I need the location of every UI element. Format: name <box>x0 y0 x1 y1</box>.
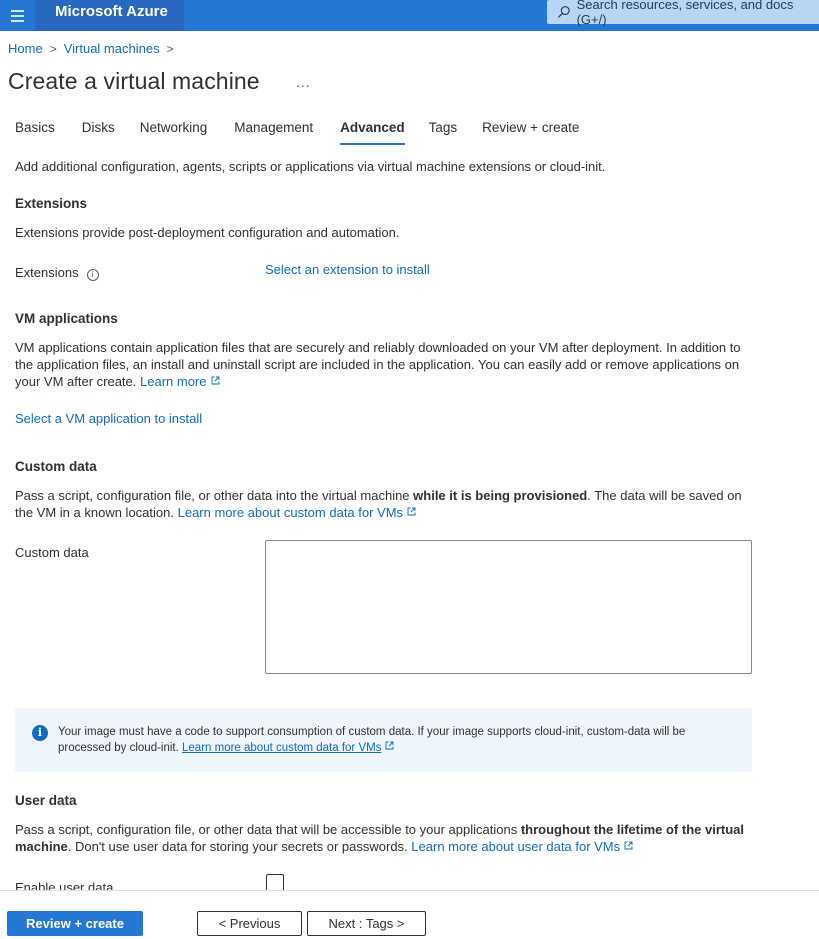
breadcrumb: Home > Virtual machines > <box>8 41 181 56</box>
custom-data-heading: Custom data <box>15 459 97 474</box>
custom-data-learn-more-link[interactable]: Learn more about custom data for VMs <box>178 505 416 520</box>
external-link-icon <box>386 741 394 750</box>
vm-applications-desc-text: your VM after create. <box>15 374 137 389</box>
tab-review-create[interactable]: Review + create <box>482 120 579 145</box>
breadcrumb-separator: > <box>166 41 174 56</box>
learn-more-text: Learn more about user data for VMs <box>411 839 621 854</box>
user-data-desc-bold: throughout the lifetime of the virtual <box>520 822 744 837</box>
select-extension-link[interactable]: Select an extension to install <box>265 261 430 278</box>
more-options-icon[interactable]: ... <box>296 74 311 90</box>
info-icon[interactable]: i <box>86 269 99 281</box>
custom-data-desc-text: Pass a script, configuration file, or ot… <box>15 488 414 503</box>
top-navigation-bar: Microsoft Azure Search resources, servic… <box>0 0 819 31</box>
review-create-button[interactable]: Review + create <box>7 911 143 936</box>
page-title: Create a virtual machine <box>8 68 260 94</box>
wizard-footer: Review + create < Previous Next : Tags > <box>0 890 819 939</box>
next-tags-button[interactable]: Next : Tags > <box>307 911 426 936</box>
vm-applications-desc-line: your VM after create. Learn more <box>15 373 775 390</box>
breadcrumb-home[interactable]: Home <box>8 41 43 56</box>
vm-applications-heading: VM applications <box>15 311 118 326</box>
user-data-desc-text: Pass a script, configuration file, or ot… <box>15 822 521 837</box>
external-link-icon <box>407 507 416 516</box>
tab-networking[interactable]: Networking <box>140 120 208 145</box>
custom-data-textarea[interactable] <box>265 540 752 674</box>
search-placeholder: Search resources, services, and docs (G+… <box>576 0 794 27</box>
custom-data-desc-text: . The data will be saved on <box>587 488 742 503</box>
info-banner-line: processed by cloud-init. <box>58 742 179 754</box>
user-data-desc-bold: machine <box>15 839 68 854</box>
learn-more-text: Learn more <box>140 374 207 389</box>
user-data-desc-text: . Don't use user data for storing your s… <box>67 839 408 854</box>
info-banner-line: Your image must have a code to support c… <box>58 726 686 738</box>
custom-data-desc-bold: while it is being provisioned <box>413 488 588 503</box>
extensions-field-label: Extensions i <box>15 264 99 281</box>
breadcrumb-virtual-machines[interactable]: Virtual machines <box>64 41 160 56</box>
custom-data-desc-text: the VM in a known location. <box>15 505 174 520</box>
info-banner-learn-more-link[interactable]: Learn more about custom data for VMs <box>182 742 381 754</box>
user-data-learn-more-link[interactable]: Learn more about user data for VMs <box>411 839 633 854</box>
extensions-description: Extensions provide post-deployment confi… <box>15 225 400 240</box>
user-data-description: Pass a script, configuration file, or ot… <box>15 821 785 855</box>
wizard-tabs: Basics Disks Networking Management Advan… <box>15 120 605 145</box>
custom-data-field-label: Custom data <box>15 545 89 560</box>
extensions-label-text: Extensions <box>15 265 79 280</box>
tab-basics[interactable]: Basics <box>15 120 55 145</box>
brand-logo[interactable]: Microsoft Azure <box>35 0 184 31</box>
select-vm-application-link[interactable]: Select a VM application to install <box>15 410 202 427</box>
tab-disks[interactable]: Disks <box>82 120 115 145</box>
vm-applications-desc-line: the application files, an install and un… <box>15 357 740 372</box>
custom-data-info-banner: i Your image must have a code to support… <box>15 708 752 772</box>
info-icon: i <box>32 725 48 741</box>
tab-management[interactable]: Management <box>234 120 313 145</box>
search-icon <box>558 6 570 18</box>
hamburger-menu-icon[interactable] <box>0 0 35 31</box>
vm-applications-desc-line: VM applications contain application file… <box>15 340 741 355</box>
global-search-input[interactable]: Search resources, services, and docs (G+… <box>547 0 819 27</box>
tab-tags[interactable]: Tags <box>429 120 458 145</box>
info-banner-message: Your image must have a code to support c… <box>58 724 738 756</box>
external-link-icon <box>624 841 633 850</box>
external-link-icon <box>211 376 219 385</box>
user-data-heading: User data <box>15 793 77 808</box>
previous-button[interactable]: < Previous <box>197 911 302 936</box>
intro-text: Add additional configuration, agents, sc… <box>15 159 606 174</box>
vm-applications-description: VM applications contain application file… <box>15 339 775 390</box>
custom-data-description: Pass a script, configuration file, or ot… <box>15 487 775 521</box>
vm-applications-learn-more-link[interactable]: Learn more <box>140 374 219 389</box>
breadcrumb-separator: > <box>49 41 57 56</box>
learn-more-text: Learn more about custom data for VMs <box>177 505 404 520</box>
tab-advanced[interactable]: Advanced <box>340 120 405 145</box>
extensions-heading: Extensions <box>15 196 88 211</box>
